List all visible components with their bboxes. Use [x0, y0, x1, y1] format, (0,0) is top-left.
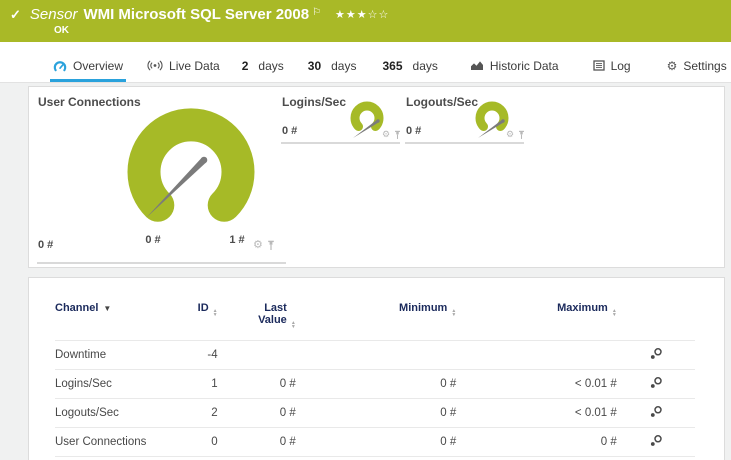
cell-minimum: [295, 340, 457, 370]
column-header-last-value[interactable]: Last Value ▲ ▼: [218, 296, 296, 341]
flag-icon[interactable]: ⚐: [312, 7, 321, 18]
tab-bar: Overview Live Data 2 days 30 days 365 days: [0, 42, 731, 83]
cell-id: 0: [165, 427, 218, 457]
cell-id: 1: [165, 369, 218, 399]
cell-last-value: [217, 340, 296, 370]
tab-live-data-label: Live Data: [169, 58, 220, 73]
tab-overview-label: Overview: [73, 58, 124, 73]
log-icon: [592, 60, 605, 71]
tab-historic-data-label: Historic Data: [489, 58, 559, 73]
tab-settings[interactable]: ⚙ Settings: [664, 52, 730, 82]
sensor-page: ✓ Sensor WMI Microsoft SQL Server 2008 ⚐…: [0, 0, 731, 460]
cell-maximum: < 0.01 #: [456, 398, 617, 428]
gauge-settings-gear-icon[interactable]: ⚙: [253, 240, 263, 251]
column-header-actions: [617, 296, 695, 341]
user-connections-gauge: [127, 108, 255, 222]
live-data-icon: [147, 60, 163, 71]
logouts-gauge-value: 0 #: [406, 125, 422, 137]
gauge-settings-gear-icon[interactable]: ⚙: [506, 130, 514, 139]
logins-gauge-title: Logins/Sec: [282, 95, 347, 109]
table-header-row: Channel ▼ ID ▲ ▼ Last Value ▲ ▼ Minimum ▲ ▼ Max…: [55, 296, 695, 341]
column-header-channel[interactable]: Channel ▼: [55, 296, 165, 341]
tab-settings-label: Settings: [683, 58, 727, 73]
channel-settings-icon[interactable]: [649, 376, 663, 389]
primary-gauge-scale-min: 0 #: [145, 234, 161, 246]
tab-2-days-label: days: [258, 58, 284, 73]
table-row-logins[interactable]: Logins/Sec 1 0 # 0 # < 0.01 #: [55, 369, 695, 399]
priority-stars[interactable]: ★★★☆☆: [335, 8, 389, 21]
sort-toggle-icon: ▲ ▼: [212, 308, 218, 318]
sort-toggle-icon: ▲ ▼: [451, 308, 457, 318]
cell-minimum: 0 #: [295, 427, 457, 457]
table-row-downtime[interactable]: Downtime -4: [55, 340, 695, 370]
column-header-maximum[interactable]: Maximum ▲ ▼: [456, 296, 617, 341]
channels-table: Channel ▼ ID ▲ ▼ Last Value ▲ ▼ Minimum ▲ ▼ Max…: [55, 296, 695, 457]
pin-icon[interactable]: [394, 130, 401, 140]
table-row-logouts[interactable]: Logouts/Sec 2 0 # 0 # < 0.01 #: [55, 398, 695, 428]
sort-toggle-icon: ▲ ▼: [611, 308, 617, 318]
column-header-minimum[interactable]: Minimum ▲ ▼: [296, 296, 457, 341]
cell-channel: Logins/Sec: [55, 369, 166, 399]
tab-2-days-number: 2: [241, 58, 249, 73]
cell-minimum: 0 #: [295, 369, 457, 399]
cell-id: 2: [165, 398, 218, 428]
cell-last-value: 0 #: [217, 369, 296, 399]
gauges-panel: User Connections 0 # 1 # 0 # ⚙ Logins/Se…: [28, 86, 725, 268]
tab-30-days-label: days: [331, 58, 357, 73]
primary-gauge-scale-max: 1 #: [229, 234, 245, 246]
tab-30-days[interactable]: 30 days: [305, 52, 360, 82]
cell-id: -4: [165, 340, 218, 370]
tab-365-days-label: days: [412, 58, 438, 73]
column-header-last-value-label: Last Value: [258, 302, 287, 326]
sensor-title: WMI Microsoft SQL Server 2008: [83, 6, 310, 23]
channel-settings-icon[interactable]: [649, 434, 663, 447]
pin-icon[interactable]: [267, 240, 275, 251]
tab-historic-data[interactable]: Historic Data: [467, 52, 562, 82]
cell-minimum: 0 #: [295, 398, 457, 428]
channel-settings-icon[interactable]: [649, 347, 663, 360]
sensor-status-text: OK: [54, 25, 69, 36]
channels-panel: Channel ▼ ID ▲ ▼ Last Value ▲ ▼ Minimum ▲ ▼ Max…: [28, 277, 725, 460]
sensor-banner: ✓ Sensor WMI Microsoft SQL Server 2008 ⚐…: [0, 0, 731, 42]
historic-data-icon: [470, 61, 483, 70]
logins-gauge-value: 0 #: [282, 125, 298, 137]
cell-channel: Logouts/Sec: [55, 398, 166, 428]
pin-icon[interactable]: [518, 130, 525, 140]
column-header-channel-label: Channel: [55, 302, 99, 314]
tab-365-days-number: 365: [382, 58, 403, 73]
column-header-id-label: ID: [197, 302, 209, 314]
tab-30-days-number: 30: [307, 58, 322, 73]
cell-maximum: [456, 340, 617, 370]
column-header-minimum-label: Minimum: [399, 302, 448, 314]
channel-settings-icon[interactable]: [649, 405, 663, 418]
tab-log-label: Log: [610, 58, 631, 73]
settings-gear-icon: ⚙: [666, 58, 678, 73]
column-header-id[interactable]: ID ▲ ▼: [165, 296, 218, 341]
sensor-kind-label: Sensor: [29, 6, 78, 23]
primary-gauge-underline: [37, 262, 286, 264]
cell-maximum: < 0.01 #: [456, 369, 617, 399]
sort-desc-icon: ▼: [103, 304, 112, 313]
cell-channel: User Connections: [55, 427, 166, 457]
gauge-icon: [53, 60, 67, 71]
logins-gauge-underline: [281, 142, 400, 144]
tab-live-data[interactable]: Live Data: [144, 52, 223, 82]
logouts-gauge-title: Logouts/Sec: [406, 95, 479, 109]
sort-toggle-icon: ▲ ▼: [290, 320, 296, 330]
logouts-gauge-underline: [405, 142, 524, 144]
tab-365-days[interactable]: 365 days: [379, 52, 440, 82]
tab-overview[interactable]: Overview: [50, 52, 127, 82]
cell-last-value: 0 #: [217, 427, 296, 457]
gauge-settings-gear-icon[interactable]: ⚙: [382, 130, 390, 139]
cell-maximum: 0 #: [456, 427, 617, 457]
status-ok-check-icon: ✓: [10, 7, 21, 22]
table-row-user-connections[interactable]: User Connections 0 0 # 0 # 0 #: [55, 427, 695, 457]
cell-channel: Downtime: [55, 340, 166, 370]
primary-gauge-value: 0 #: [38, 239, 54, 251]
tab-log[interactable]: Log: [590, 52, 634, 82]
column-header-maximum-label: Maximum: [557, 302, 608, 314]
cell-last-value: 0 #: [217, 398, 296, 428]
tab-2-days[interactable]: 2 days: [239, 52, 287, 82]
